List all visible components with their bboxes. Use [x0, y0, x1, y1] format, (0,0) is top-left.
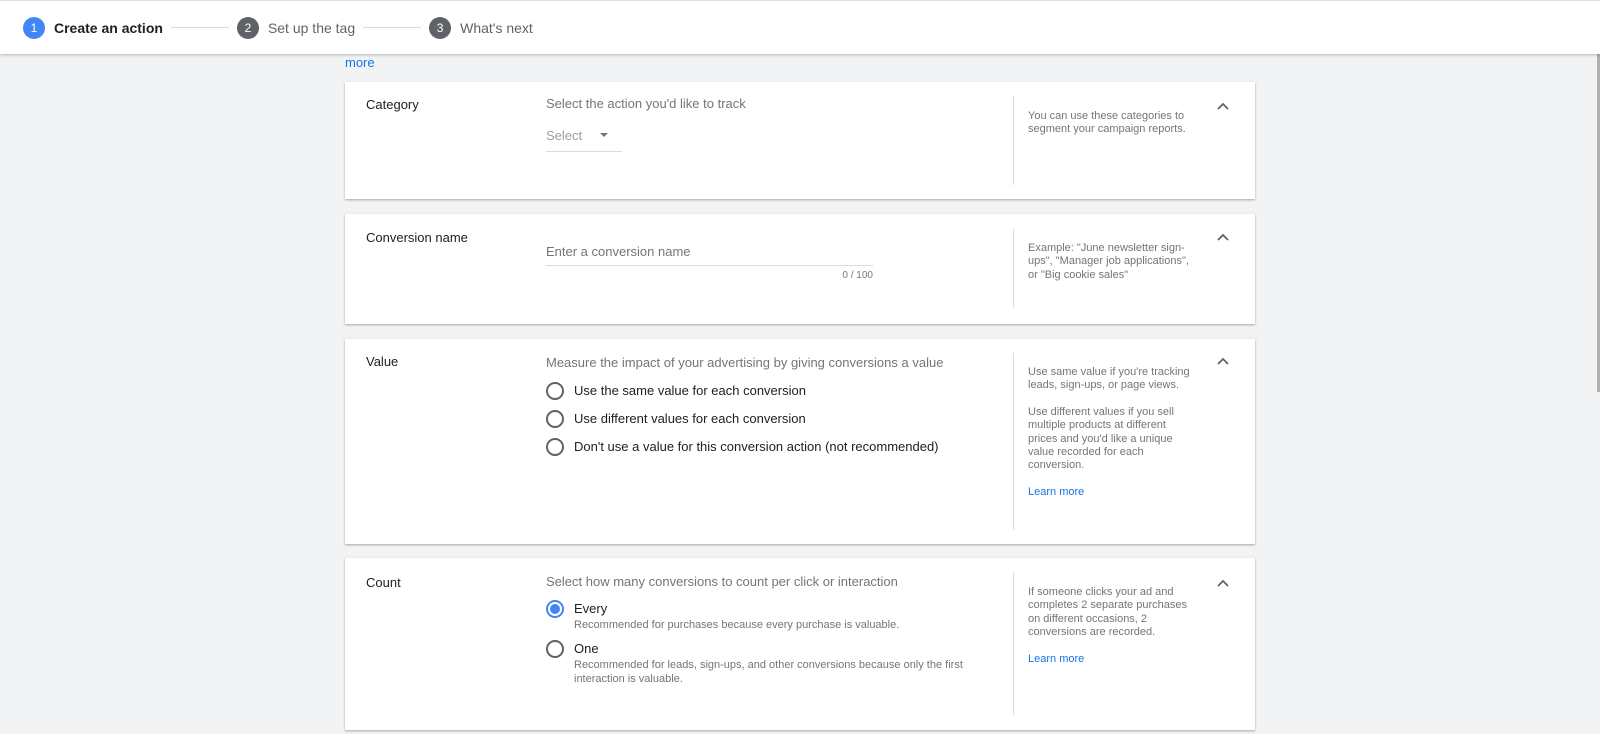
chevron-up-icon	[1217, 102, 1229, 110]
step-number-badge: 1	[23, 16, 45, 39]
help-text: If someone clicks your ad and completes …	[1028, 586, 1187, 639]
conversion-name-input[interactable]	[546, 244, 873, 266]
radio-button-selected[interactable]	[546, 600, 564, 618]
step-create-action[interactable]: 1 Create an action	[23, 16, 163, 39]
step-whats-next[interactable]: 3 What's next	[429, 16, 533, 39]
radio-button[interactable]	[546, 382, 564, 400]
collapse-button[interactable]	[1215, 575, 1231, 591]
collapse-button[interactable]	[1215, 229, 1231, 245]
learn-more-link-top[interactable]: more	[345, 55, 375, 70]
radio-label: One	[574, 641, 599, 656]
chevron-up-icon	[1217, 579, 1229, 587]
section-description: Select how many conversions to count per…	[546, 574, 898, 589]
step-set-up-tag[interactable]: 2 Set up the tag	[236, 16, 356, 39]
section-title: Value	[366, 354, 399, 369]
radio-sublabel: Recommended for purchases because every …	[574, 619, 900, 631]
help-panel: Use same value if you're tracking leads,…	[1013, 353, 1193, 530]
category-main: Select the action you'd like to track Se…	[546, 96, 1003, 152]
learn-more-link[interactable]: Learn more	[1028, 653, 1084, 666]
count-card: Count Select how many conversions to cou…	[345, 558, 1255, 730]
help-panel: Example: "June newsletter sign-ups", "Ma…	[1013, 229, 1193, 308]
section-description: Select the action you'd like to track	[546, 96, 746, 111]
radio-label: Use the same value for each conversion	[574, 383, 806, 398]
collapse-button[interactable]	[1215, 98, 1231, 114]
chevron-up-icon	[1217, 357, 1229, 365]
section-title: Conversion name	[366, 230, 468, 245]
radio-button[interactable]	[546, 438, 564, 456]
radio-button[interactable]	[546, 410, 564, 428]
radio-label: Every	[574, 601, 608, 616]
value-main: Measure the impact of your advertising b…	[546, 355, 1003, 456]
value-card: Value Measure the impact of your adverti…	[345, 339, 1255, 544]
count-main: Select how many conversions to count per…	[546, 574, 1003, 686]
help-panel: You can use these categories to segment …	[1013, 96, 1193, 185]
conversion-name-main: 0 / 100	[546, 243, 1003, 281]
character-counter: 0 / 100	[842, 270, 873, 281]
help-text: You can use these categories to segment …	[1028, 110, 1186, 136]
value-option-same[interactable]: Use the same value for each conversion	[546, 382, 1003, 400]
category-card: Category Select the action you'd like to…	[345, 82, 1255, 199]
dropdown-caret-icon	[600, 133, 609, 137]
radio-button[interactable]	[546, 640, 564, 658]
count-option-one[interactable]: One Recommended for leads, sign-ups, and…	[546, 640, 1003, 686]
collapse-button[interactable]	[1215, 353, 1231, 369]
step-connector	[363, 27, 422, 28]
value-option-different[interactable]: Use different values for each conversion	[546, 410, 1003, 428]
step-label: Set up the tag	[267, 19, 356, 36]
value-option-none[interactable]: Don't use a value for this conversion ac…	[546, 438, 1003, 456]
help-text: Use same value if you're tracking leads,…	[1028, 366, 1190, 392]
radio-label: Use different values for each conversion	[574, 411, 806, 426]
step-connector	[170, 27, 229, 28]
step-label: Create an action	[54, 19, 163, 36]
category-select[interactable]: Select	[546, 128, 622, 152]
radio-sublabel: Recommended for leads, sign-ups, and oth…	[574, 659, 963, 685]
count-option-every[interactable]: Every Recommended for purchases because …	[546, 600, 1003, 632]
stepper-bar: 1 Create an action 2 Set up the tag 3 Wh…	[0, 0, 1600, 54]
step-label: What's next	[460, 19, 533, 36]
radio-label: Don't use a value for this conversion ac…	[574, 439, 939, 454]
step-number-badge: 2	[236, 16, 259, 39]
conversion-name-card: Conversion name 0 / 100 Example: "June n…	[345, 214, 1255, 324]
step-number-badge: 3	[429, 16, 452, 39]
section-description: Measure the impact of your advertising b…	[546, 355, 944, 370]
section-title: Category	[366, 97, 419, 112]
help-panel: If someone clicks your ad and completes …	[1013, 572, 1193, 715]
help-text: Use different values if you sell multipl…	[1028, 405, 1174, 472]
help-text: Example: "June newsletter sign-ups", "Ma…	[1028, 242, 1189, 281]
select-value: Select	[546, 128, 583, 143]
chevron-up-icon	[1217, 233, 1229, 241]
section-title: Count	[366, 575, 401, 590]
learn-more-link[interactable]: Learn more	[1028, 486, 1084, 499]
